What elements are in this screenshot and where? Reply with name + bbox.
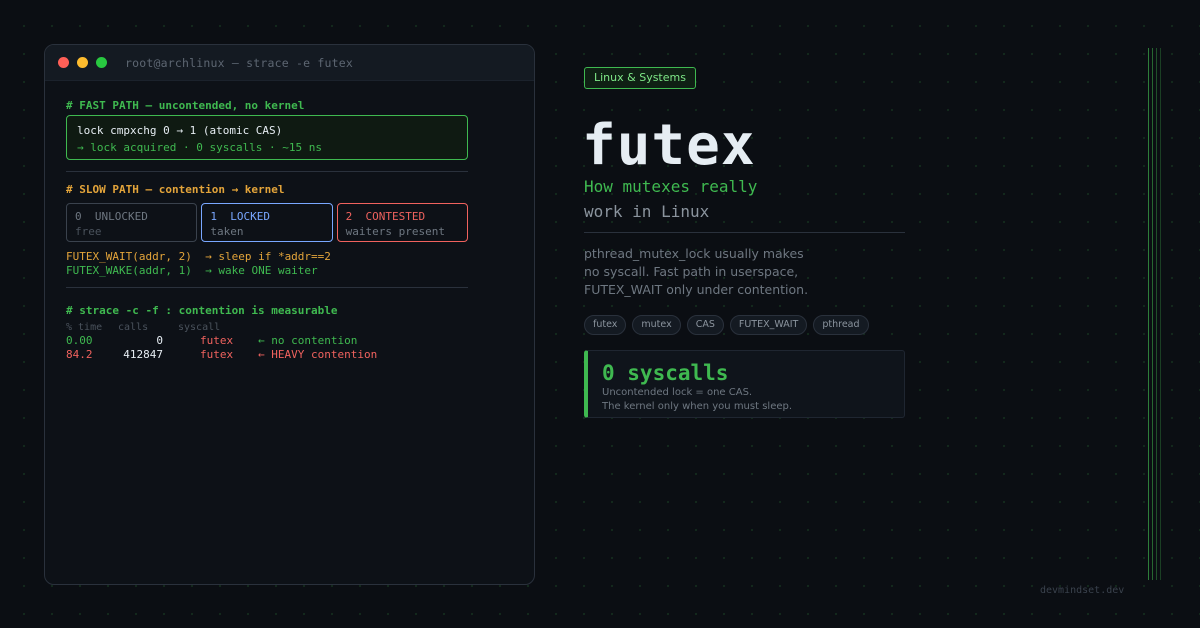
- terminal-output: # FAST PATH — uncontended, no kernel loc…: [66, 99, 468, 361]
- description-line: FUTEX_WAIT only under contention.: [584, 282, 809, 297]
- divider: [66, 287, 468, 288]
- description-line: no syscall. Fast path in userspace,: [584, 264, 799, 279]
- state-name: UNLOCKED: [94, 210, 148, 223]
- terminal-titlebar: root@archlinux — strace -e futex: [45, 45, 534, 81]
- stat-value: 0 syscalls: [602, 361, 729, 385]
- close-window-button[interactable]: [58, 57, 69, 68]
- row-calls: 0: [156, 334, 163, 347]
- row-time: 84.2: [66, 348, 93, 361]
- tag-chip[interactable]: FUTEX_WAIT: [729, 315, 808, 335]
- terminal-title: root@archlinux — strace -e futex: [125, 55, 353, 70]
- stat-card: 0 syscalls Uncontended lock = one CAS. T…: [584, 350, 905, 418]
- state-locked: 1 LOCKED taken: [201, 203, 333, 242]
- divider: [584, 232, 905, 233]
- futex-wake-desc: → wake ONE waiter: [205, 264, 318, 277]
- strace-columns: % time calls syscall: [66, 321, 220, 335]
- tag-chip[interactable]: CAS: [686, 315, 724, 335]
- fast-path-command: lock cmpxchg 0 → 1 (atomic CAS): [77, 124, 283, 137]
- row-note: ← no contention: [258, 334, 358, 347]
- tag-chip[interactable]: mutex: [632, 315, 681, 335]
- row-calls: 412847: [123, 348, 163, 361]
- fast-path-box: lock cmpxchg 0 → 1 (atomic CAS) → lock a…: [66, 115, 468, 160]
- stat-caption: Uncontended lock = one CAS.: [602, 387, 753, 398]
- slow-path-header: # SLOW PATH — contention → kernel: [66, 183, 285, 196]
- stat-caption: The kernel only when you must sleep.: [602, 401, 793, 412]
- state-contested: 2 CONTESTED waiters present: [336, 203, 468, 242]
- futex-wait-call: FUTEX_WAIT(addr, 2): [66, 250, 192, 263]
- futex-wake-call: FUTEX_WAKE(addr, 1): [66, 264, 192, 277]
- column-header: syscall: [178, 322, 221, 333]
- state-unlocked: 0 UNLOCKED free: [66, 203, 198, 242]
- state-code: 2: [345, 210, 353, 223]
- tag-chip[interactable]: futex: [584, 315, 627, 335]
- terminal-window: root@archlinux — strace -e futex # FAST …: [44, 44, 535, 585]
- fast-path-header: # FAST PATH — uncontended, no kernel: [66, 99, 305, 112]
- strace-header: # strace -c -f : contention is measurabl…: [66, 304, 338, 317]
- tag-chip[interactable]: pthread: [813, 315, 869, 335]
- category-badge: Linux & Systems: [584, 67, 696, 89]
- description-line: pthread_mutex_lock usually makes: [584, 246, 804, 261]
- column-header: calls: [118, 322, 149, 333]
- state-name: LOCKED: [230, 210, 270, 223]
- subtitle-line-1: How mutexes really: [584, 177, 758, 196]
- description: pthread_mutex_lock usually makes no sysc…: [584, 245, 914, 299]
- page-title: futex: [582, 113, 756, 178]
- state-code: 1: [210, 210, 217, 223]
- futex-wake-line: FUTEX_WAKE(addr, 1) → wake ONE waiter: [66, 264, 318, 278]
- row-syscall: futex: [200, 348, 234, 361]
- state-code: 0: [75, 210, 82, 223]
- row-time: 0.00: [66, 334, 93, 347]
- futex-wait-desc: → sleep if *addr==2: [205, 250, 331, 263]
- row-syscall: futex: [200, 334, 234, 347]
- futex-wait-line: FUTEX_WAIT(addr, 2) → sleep if *addr==2: [66, 250, 331, 264]
- row-note: ← HEAVY contention: [258, 348, 378, 361]
- subtitle-line-2: work in Linux: [584, 202, 710, 221]
- fast-path-result: → lock acquired · 0 syscalls · ~15 ns: [77, 141, 323, 154]
- state-desc: free: [75, 225, 102, 238]
- column-header: % time: [66, 322, 103, 333]
- state-name: CONTESTED: [365, 210, 426, 223]
- divider: [66, 171, 468, 172]
- table-row: 0.00 0 futex ← no contention: [66, 334, 357, 348]
- futex-state-row: 0 UNLOCKED free 1 LOCKED taken 2 CONTEST…: [66, 203, 468, 242]
- tag-list: futex mutex CAS FUTEX_WAIT pthread: [584, 315, 869, 335]
- maximize-window-button[interactable]: [96, 57, 107, 68]
- state-desc: taken: [210, 225, 244, 238]
- table-row: 84.2 412847 futex ← HEAVY contention: [66, 348, 377, 362]
- footer-url: devmindset.dev: [1040, 585, 1125, 596]
- minimize-window-button[interactable]: [77, 57, 88, 68]
- state-desc: waiters present: [345, 225, 445, 238]
- decorative-lines: [1148, 48, 1162, 580]
